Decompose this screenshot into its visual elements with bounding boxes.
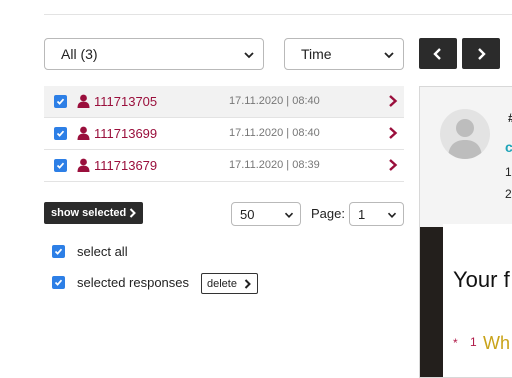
response-datetime: 17.11.2020 | 08:39 [229, 159, 320, 171]
detail-line-two: 2. [505, 187, 512, 201]
chevron-left-icon [433, 47, 441, 60]
respondent-hash: # [508, 111, 512, 125]
survey-card [443, 224, 512, 377]
response-filter-select[interactable]: All (3) [44, 38, 264, 70]
page-select[interactable]: 1 [349, 202, 404, 226]
avatar [440, 109, 490, 159]
response-id[interactable]: 111713699 [94, 126, 157, 141]
chevron-right-icon [478, 47, 486, 60]
response-checkbox[interactable] [54, 159, 67, 172]
chevron-down-icon [387, 212, 397, 218]
select-all-option[interactable]: select all [52, 244, 128, 259]
chevron-right-icon[interactable] [388, 95, 398, 107]
survey-heading: Your f [453, 267, 510, 292]
response-filter-value: All (3) [61, 46, 98, 62]
response-datetime: 17.11.2020 | 08:40 [229, 127, 320, 139]
chevron-right-icon [129, 208, 136, 218]
chevron-right-icon [244, 279, 251, 289]
chevron-down-icon [384, 52, 394, 59]
question-number: 1 [470, 335, 477, 349]
select-all-label: select all [77, 244, 128, 259]
per-page-select[interactable]: 50 [231, 202, 301, 226]
required-marker: * [453, 336, 458, 350]
show-selected-button[interactable]: show selected [44, 202, 143, 224]
chevron-right-icon[interactable] [388, 127, 398, 139]
next-response-button[interactable] [462, 38, 500, 69]
selected-responses-option[interactable]: selected responses [52, 275, 189, 290]
selected-responses-checkbox[interactable] [52, 276, 65, 289]
top-divider [44, 14, 512, 15]
chevron-down-icon [244, 52, 254, 59]
response-checkbox[interactable] [54, 95, 67, 108]
chevron-down-icon [284, 212, 294, 218]
response-checkbox[interactable] [54, 127, 67, 140]
user-icon [77, 94, 90, 108]
response-row[interactable]: 111713705 17.11.2020 | 08:40 [44, 86, 404, 118]
previous-response-button[interactable] [419, 38, 457, 69]
question-text: Wh [483, 333, 510, 353]
response-detail-panel: # c 1 2. Your f * 1 Wh [419, 86, 512, 378]
response-id[interactable]: 111713705 [94, 94, 157, 109]
page-label: Page: [311, 206, 345, 221]
page-value: 1 [358, 206, 366, 222]
detail-line-one: 1 [505, 165, 512, 179]
response-datetime: 17.11.2020 | 08:40 [229, 95, 320, 107]
sort-select[interactable]: Time [284, 38, 404, 70]
delete-label: delete [207, 277, 237, 290]
delete-button[interactable]: delete [201, 273, 258, 294]
per-page-value: 50 [240, 206, 255, 222]
selected-responses-label: selected responses [77, 275, 190, 290]
sort-value: Time [301, 46, 332, 62]
response-row[interactable]: 111713679 17.11.2020 | 08:39 [44, 150, 404, 182]
show-selected-label: show selected [51, 207, 127, 219]
user-icon [77, 126, 90, 140]
user-silhouette-icon [448, 119, 482, 159]
response-row[interactable]: 111713699 17.11.2020 | 08:40 [44, 118, 404, 150]
chevron-right-icon[interactable] [388, 159, 398, 171]
response-list: 111713705 17.11.2020 | 08:40 111713699 1… [44, 86, 404, 182]
response-id[interactable]: 111713679 [94, 158, 157, 173]
user-icon [77, 158, 90, 172]
select-all-checkbox[interactable] [52, 245, 65, 258]
respondent-name[interactable]: c [505, 139, 512, 155]
